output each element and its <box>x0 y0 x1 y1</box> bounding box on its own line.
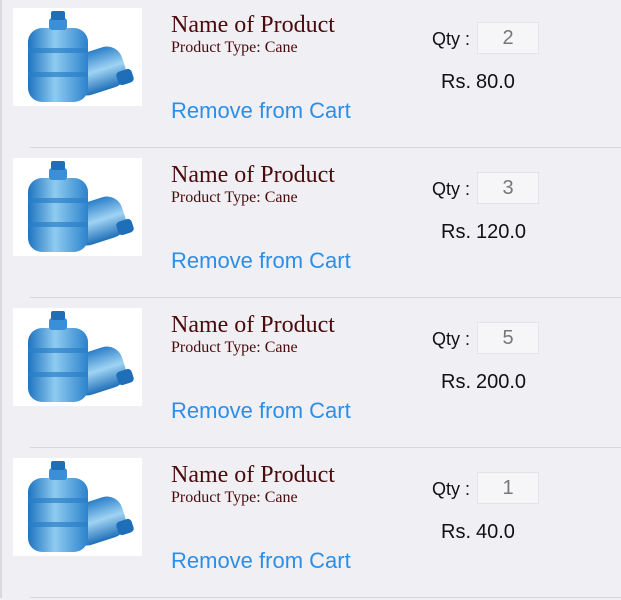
currency-label: Rs. <box>441 71 471 93</box>
cart-item: Name of Product Product Type: Cane Qty : … <box>0 300 621 450</box>
remove-from-cart-button[interactable]: Remove from Cart <box>171 97 351 125</box>
product-type-label: Product Type: <box>171 339 261 356</box>
water-bottle-image <box>13 308 142 406</box>
product-type-label: Product Type: <box>171 39 261 56</box>
product-type: Product Type: Cane <box>171 38 298 58</box>
product-name: Name of Product <box>171 462 335 488</box>
price-value: 120.0 <box>476 221 527 243</box>
quantity-field[interactable]: 5 <box>477 322 539 354</box>
item-price: Rs. 40.0 <box>441 519 515 545</box>
item-price: Rs. 120.0 <box>441 219 526 245</box>
quantity-field[interactable]: 2 <box>477 22 539 54</box>
cart-item: Name of Product Product Type: Cane Qty : … <box>0 150 621 300</box>
product-type: Product Type: Cane <box>171 338 298 358</box>
water-bottle-image <box>13 158 142 256</box>
quantity-field[interactable]: 3 <box>477 172 539 204</box>
qty-label: Qty : <box>432 479 471 499</box>
price-value: 200.0 <box>476 371 527 393</box>
currency-label: Rs. <box>441 521 471 543</box>
qty-label: Qty : <box>432 179 471 199</box>
row-separator <box>30 297 621 298</box>
product-type-value: Cane <box>264 339 298 356</box>
product-type-value: Cane <box>264 189 298 206</box>
item-price: Rs. 80.0 <box>441 69 515 95</box>
quantity-field[interactable]: 1 <box>477 472 539 504</box>
water-bottle-image <box>13 458 142 556</box>
product-type: Product Type: Cane <box>171 188 298 208</box>
product-type-value: Cane <box>264 39 298 56</box>
product-name: Name of Product <box>171 312 335 338</box>
qty-label: Qty : <box>432 29 471 49</box>
row-separator <box>30 447 621 448</box>
cart-item: Name of Product Product Type: Cane Qty : … <box>0 0 621 150</box>
product-type-value: Cane <box>264 489 298 506</box>
water-bottle-image <box>13 8 142 106</box>
cart-list: Name of Product Product Type: Cane Qty : … <box>0 0 621 598</box>
remove-from-cart-button[interactable]: Remove from Cart <box>171 397 351 425</box>
product-type-label: Product Type: <box>171 489 261 506</box>
currency-label: Rs. <box>441 221 471 243</box>
remove-from-cart-button[interactable]: Remove from Cart <box>171 247 351 275</box>
qty-label: Qty : <box>432 329 471 349</box>
product-name: Name of Product <box>171 12 335 38</box>
price-value: 80.0 <box>476 71 515 93</box>
currency-label: Rs. <box>441 371 471 393</box>
product-type: Product Type: Cane <box>171 488 298 508</box>
remove-from-cart-button[interactable]: Remove from Cart <box>171 547 351 575</box>
item-price: Rs. 200.0 <box>441 369 526 395</box>
product-name: Name of Product <box>171 162 335 188</box>
price-value: 40.0 <box>476 521 515 543</box>
cart-item: Name of Product Product Type: Cane Qty : … <box>0 450 621 600</box>
product-type-label: Product Type: <box>171 189 261 206</box>
row-separator <box>30 147 621 148</box>
